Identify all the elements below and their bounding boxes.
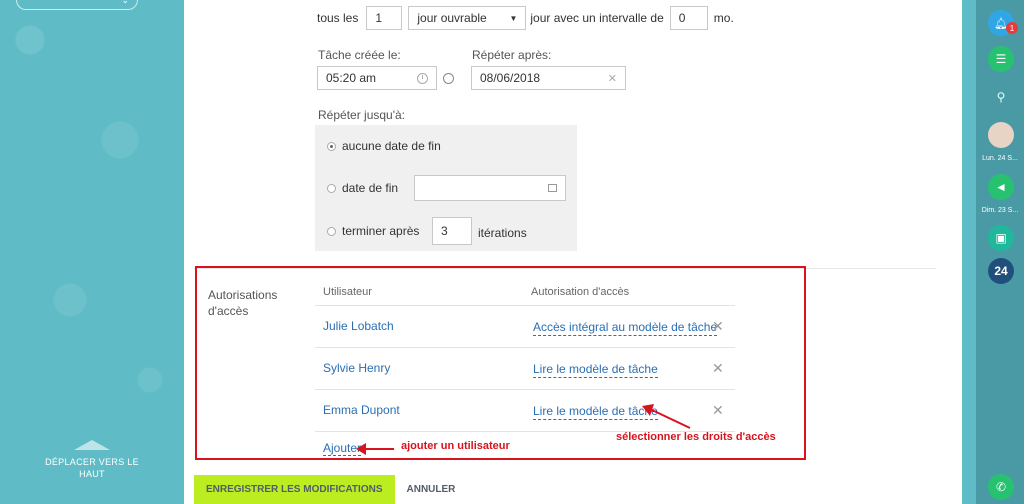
radio-icon[interactable] [327,183,336,193]
task-created-label: Tâche créée le: [318,48,401,62]
notifications-bell-icon[interactable]: 🔔︎ 1 [988,10,1018,36]
annotation-select-rights: sélectionner les droits d'accès [616,431,776,443]
contact-date: Lun. 24 S... [982,155,1018,162]
megaphone-icon[interactable]: ◄ [988,174,1014,200]
task-created-time-input[interactable]: 05:20 am [317,66,437,90]
move-up-button[interactable]: DÉPLACER VERS LE HAUT [40,440,144,480]
repeat-after-date-input[interactable]: 08/06/2018 ✕ [471,66,626,90]
annotation-arrow-icon [642,404,691,429]
clock-icon [417,72,428,84]
notification-count-badge: 1 [1006,22,1018,34]
interval-label: jour avec un intervalle de [530,11,664,25]
repeat-after-value: 08/06/2018 [480,71,541,85]
avatar[interactable] [988,122,1014,148]
no-end-option[interactable]: aucune date de fin [327,136,441,156]
right-sidebar: 🔔︎ 1 ☰ ⚲ Lun. 24 S... ◄ Dim. 23 S... ▣ 2… [976,0,1024,504]
end-after-label: terminer après [342,224,420,238]
chat-icon[interactable]: ☰ [988,46,1014,72]
contact-date: Dim. 23 S... [981,207,1019,214]
form-actions: ENREGISTRER LES MODIFICATIONS ANNULER [194,475,455,504]
end-date-label: date de fin [342,181,399,195]
arrow-up-icon [74,440,110,450]
timezone-globe-icon[interactable] [443,73,454,84]
every-label: tous les [317,11,359,25]
radio-icon[interactable] [327,226,336,236]
save-button[interactable]: ENREGISTRER LES MODIFICATIONS [194,475,395,504]
every-input[interactable]: 1 [366,6,403,30]
repeat-after-label: Répéter après: [472,48,552,62]
interval-input[interactable]: 0 [669,6,708,30]
end-date-input[interactable] [414,175,566,201]
open-line-icon[interactable]: ▣ [988,225,1014,251]
left-background: ⌄ DÉPLACER VERS LE HAUT [0,0,184,504]
task-created-value: 05:20 am [326,71,377,85]
interval-unit: mo. [713,11,734,25]
radio-selected-icon[interactable] [327,141,336,151]
repeat-until-panel: aucune date de fin date de fin terminer … [315,125,577,251]
end-after-option[interactable]: terminer après [327,221,419,241]
end-date-option[interactable]: date de fin [327,178,398,198]
bitrix24-logo[interactable]: 24 [988,258,1014,284]
recurrence-row: tous les 1 jour ouvrable ▼ jour avec un … [317,6,734,30]
no-end-label: aucune date de fin [342,139,441,153]
chevron-down-icon: ⌄ [121,0,129,5]
cancel-button[interactable]: ANNULER [407,484,456,495]
unit-select-value: jour ouvrable [417,11,487,25]
unit-select[interactable]: jour ouvrable ▼ [408,6,527,30]
task-form: tous les 1 jour ouvrable ▼ jour avec un … [184,0,962,504]
calendar-icon[interactable] [548,184,557,192]
dropdown-caret-icon: ▼ [509,13,518,23]
phone-icon[interactable]: ✆ [988,474,1014,500]
iterations-input[interactable]: 3 [432,217,472,245]
repeat-until-label: Répéter jusqu'à: [318,108,406,122]
top-collapsed-menu[interactable]: ⌄ [16,0,138,10]
iterations-label: itérations [478,226,527,240]
search-icon[interactable]: ⚲ [988,84,1014,110]
annotation-add-user: ajouter un utilisateur [401,440,510,452]
clear-icon[interactable]: ✕ [608,72,617,85]
annotation-arrow-left-icon [356,443,394,455]
move-up-label: DÉPLACER VERS LE HAUT [45,457,139,479]
right-gutter [962,0,976,504]
